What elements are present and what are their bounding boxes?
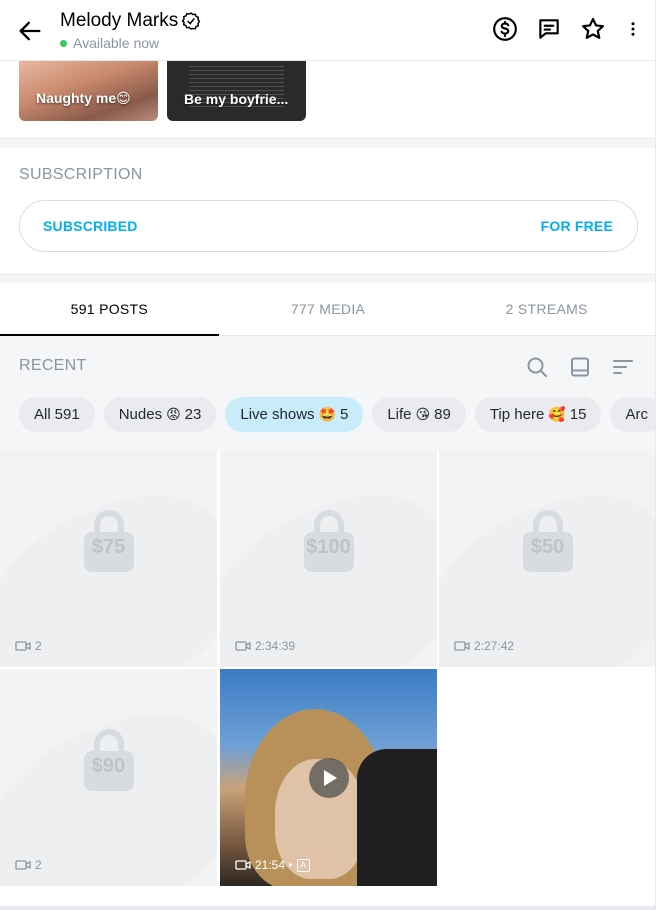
tab-streams[interactable]: 2 STREAMS bbox=[437, 283, 655, 335]
media-price: $75 bbox=[91, 536, 126, 558]
star-icon[interactable] bbox=[580, 16, 606, 42]
chip-label: Tip here bbox=[489, 406, 545, 423]
media-duration: 2:27:42 bbox=[474, 639, 515, 653]
chip-emoji: 😘 bbox=[415, 406, 431, 422]
tab-media[interactable]: 777 MEDIA bbox=[219, 283, 438, 335]
media-duration: 21:54 • bbox=[255, 858, 293, 872]
chip-archive[interactable]: Arc bbox=[610, 397, 655, 432]
divider bbox=[0, 906, 655, 910]
sort-icon[interactable] bbox=[611, 355, 635, 379]
locked-media-item[interactable]: $100 2:34:39 bbox=[220, 450, 437, 667]
recent-section bbox=[0, 336, 655, 450]
photo-content bbox=[357, 749, 437, 886]
online-dot bbox=[60, 39, 67, 47]
highlight-item[interactable]: Be my boyfrie... bbox=[167, 61, 306, 121]
media-meta: 21:54 • A bbox=[235, 858, 310, 872]
subscription-price: FOR FREE bbox=[540, 218, 613, 234]
back-arrow-icon[interactable] bbox=[16, 17, 44, 45]
verified-icon bbox=[181, 12, 201, 30]
media-price: $90 bbox=[91, 755, 126, 777]
video-icon bbox=[454, 641, 470, 651]
chip-label: Nudes bbox=[118, 406, 163, 423]
chip-count: 15 bbox=[569, 406, 587, 423]
video-media-item[interactable]: 21:54 • A bbox=[220, 669, 437, 886]
video-icon bbox=[15, 860, 31, 870]
layout-toggle-icon[interactable] bbox=[568, 355, 592, 379]
highlight-item[interactable]: Naughty me😊 bbox=[19, 61, 158, 121]
chip-live-shows[interactable]: Live shows 🤩 5 bbox=[225, 397, 364, 432]
auto-badge: A bbox=[296, 858, 310, 872]
media-duration: 2 bbox=[35, 639, 42, 653]
media-meta: 2:34:39 bbox=[235, 639, 295, 653]
online-status: Available now bbox=[60, 35, 159, 51]
chip-life[interactable]: Life 😘 89 bbox=[372, 397, 466, 432]
video-icon bbox=[15, 641, 31, 651]
locked-media-item[interactable]: $75 2 bbox=[0, 450, 217, 667]
chip-count: 89 bbox=[434, 406, 451, 423]
header-actions bbox=[492, 16, 642, 42]
highlights-row: Naughty me😊 Be my boyfrie... bbox=[0, 61, 655, 139]
chip-emoji: 😡 bbox=[166, 406, 181, 422]
profile-name[interactable]: Melody Marks bbox=[60, 10, 201, 32]
media-meta: 2:27:42 bbox=[454, 639, 514, 653]
media-meta: 2 bbox=[15, 858, 42, 872]
chip-label: Live shows bbox=[240, 406, 315, 423]
chip-emoji: 🥰 bbox=[548, 406, 566, 422]
media-price: $50 bbox=[530, 536, 565, 558]
chip-count: 591 bbox=[54, 406, 80, 423]
message-icon[interactable] bbox=[536, 16, 562, 42]
profile-tabs: 591 POSTS 777 MEDIA 2 STREAMS bbox=[0, 283, 655, 336]
video-icon bbox=[235, 641, 251, 651]
subscribed-button[interactable]: SUBSCRIBED FOR FREE bbox=[19, 200, 638, 252]
search-icon[interactable] bbox=[525, 355, 549, 379]
profile-page: Melody Marks Available now Naughty me😊 B… bbox=[0, 0, 656, 910]
recent-actions bbox=[525, 355, 635, 379]
media-duration: 2 bbox=[35, 858, 42, 872]
chip-label: Arc bbox=[625, 406, 648, 423]
chip-tip-here[interactable]: Tip here 🥰 15 bbox=[474, 397, 602, 432]
tip-dollar-icon[interactable] bbox=[492, 16, 518, 42]
media-duration: 2:34:39 bbox=[255, 639, 296, 653]
locked-media-item[interactable]: $50 2:27:42 bbox=[439, 450, 655, 667]
chip-count: 5 bbox=[340, 406, 349, 423]
chip-nudes[interactable]: Nudes 😡 23 bbox=[103, 397, 217, 432]
status-text: Available now bbox=[73, 35, 160, 51]
tab-posts[interactable]: 591 POSTS bbox=[0, 283, 219, 336]
subscription-title: SUBSCRIPTION bbox=[19, 166, 143, 183]
chip-label: Life bbox=[387, 406, 412, 423]
chip-count: 23 bbox=[184, 406, 202, 423]
more-icon[interactable] bbox=[624, 16, 642, 42]
chip-emoji: 🤩 bbox=[318, 406, 336, 422]
section-divider bbox=[0, 275, 655, 283]
highlight-label: Be my boyfrie... bbox=[184, 91, 289, 107]
media-price: $100 bbox=[306, 536, 351, 558]
play-icon[interactable] bbox=[308, 757, 349, 798]
filter-chips: All 591 Nudes 😡 23 Live shows 🤩 5 Life 😘 89… bbox=[19, 397, 655, 432]
profile-name-text: Melody Marks bbox=[60, 10, 179, 31]
chip-all[interactable]: All 591 bbox=[19, 397, 95, 432]
video-icon bbox=[235, 860, 251, 870]
subscribed-label: SUBSCRIBED bbox=[43, 218, 138, 234]
chip-label: All bbox=[34, 406, 51, 423]
section-divider bbox=[0, 139, 655, 148]
profile-header: Melody Marks Available now bbox=[0, 0, 655, 61]
recent-title: RECENT bbox=[19, 357, 87, 374]
locked-media-item[interactable]: $90 2 bbox=[0, 669, 217, 886]
media-meta: 2 bbox=[15, 639, 42, 653]
highlight-label: Naughty me😊 bbox=[36, 90, 131, 106]
